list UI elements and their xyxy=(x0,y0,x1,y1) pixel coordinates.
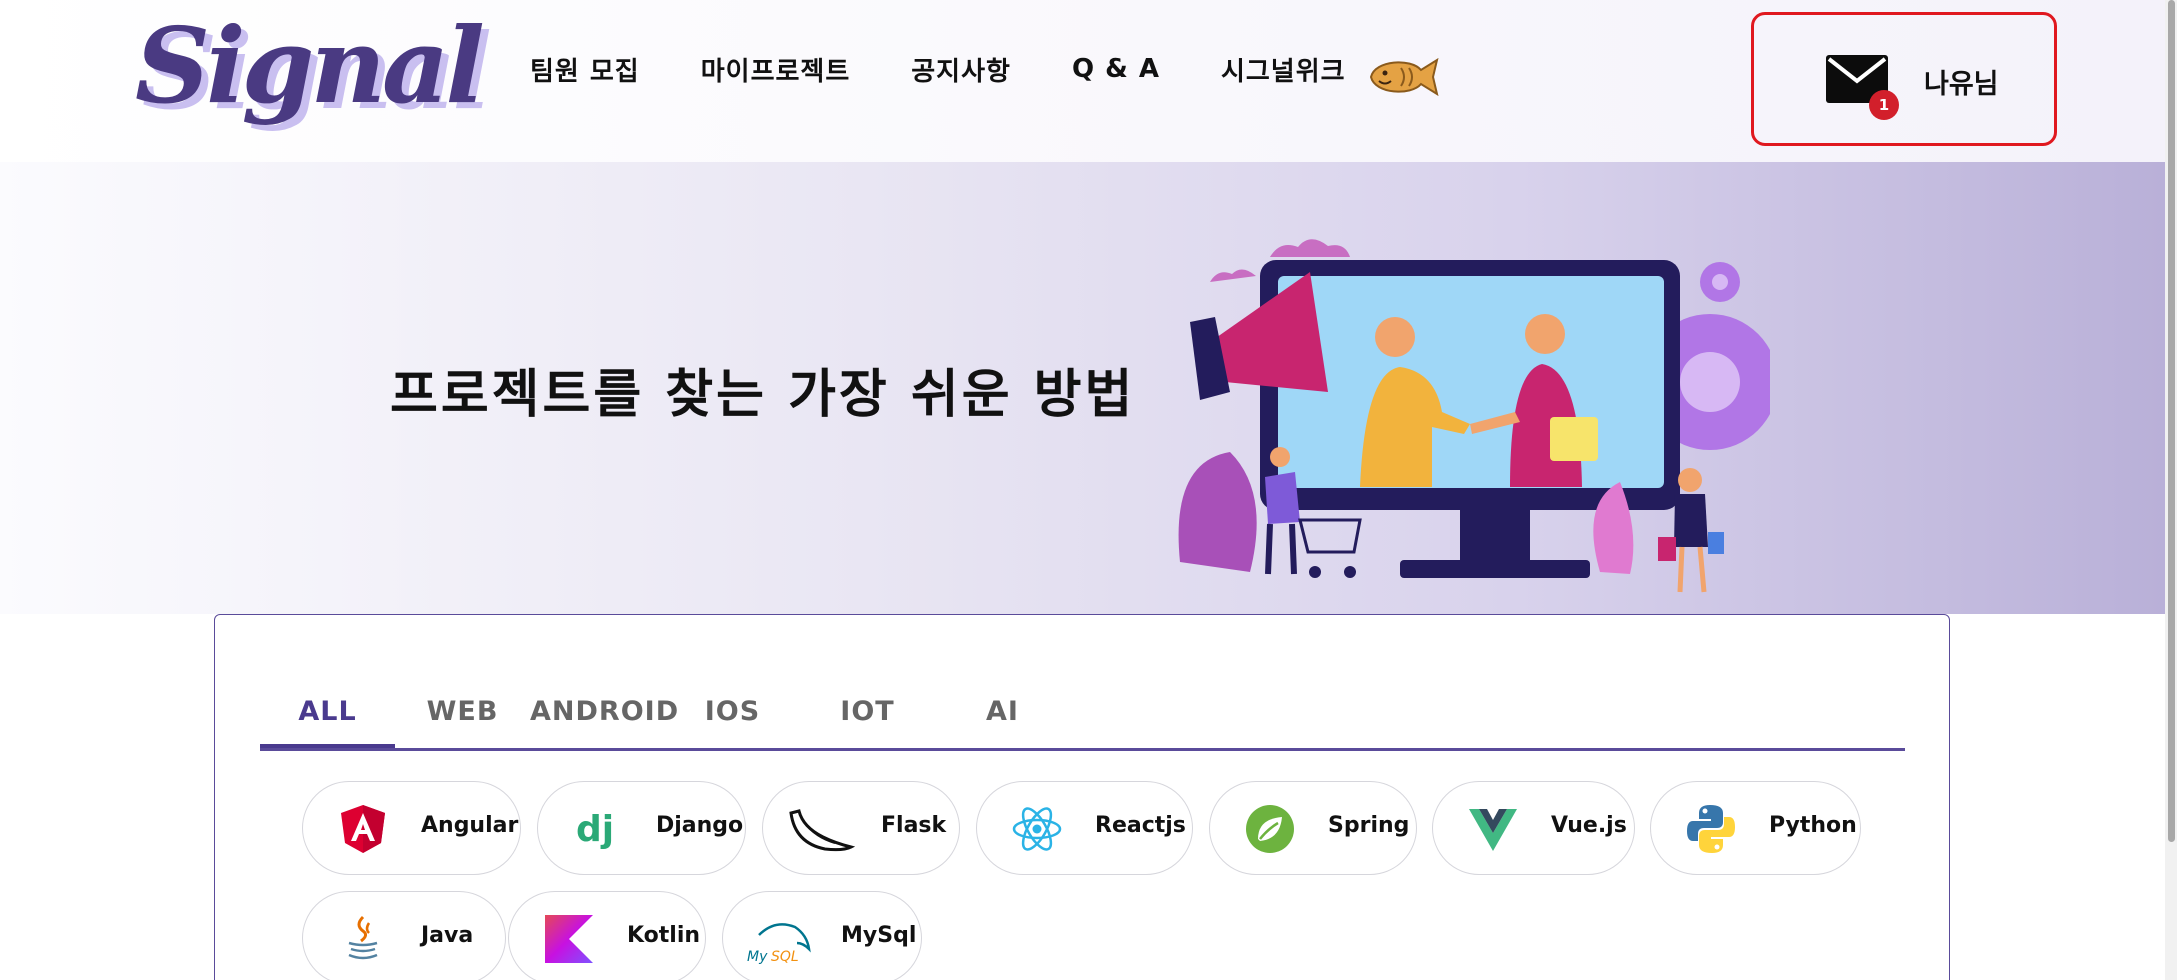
tab-all[interactable]: ALL xyxy=(260,675,395,748)
nav-item-notice[interactable]: 공지사항 xyxy=(911,51,1011,88)
stack-chip-reactjs[interactable]: Reactjs xyxy=(976,781,1193,875)
angular-icon xyxy=(341,805,385,853)
stack-label: Django xyxy=(656,813,744,838)
stack-label: Kotlin xyxy=(627,923,701,948)
scrollbar-thumb[interactable] xyxy=(2168,0,2175,842)
tab-ios[interactable]: IOS xyxy=(665,675,800,748)
stack-label: MySql xyxy=(841,923,917,948)
nav-item-my-project[interactable]: 마이프로젝트 xyxy=(701,51,851,88)
user-menu[interactable]: 1 나유님 xyxy=(1751,12,2057,146)
stack-chip-spring[interactable]: Spring xyxy=(1209,781,1417,875)
stack-label: Java xyxy=(421,923,474,948)
stack-chip-java[interactable]: Java xyxy=(302,891,506,980)
stack-label: Python xyxy=(1769,813,1857,838)
stack-chip-python[interactable]: Python xyxy=(1650,781,1861,875)
mysql-icon: My SQL xyxy=(747,923,811,965)
stack-filter-card: ALL WEB ANDROID IOS IOT AI Angular dj Dj… xyxy=(214,614,1950,980)
svg-text:SQL: SQL xyxy=(771,949,799,965)
stack-label: Vue.js xyxy=(1551,813,1627,838)
svg-text:My: My xyxy=(747,949,768,965)
nav-item-signal-week[interactable]: 시그널위크 xyxy=(1221,51,1346,88)
unread-badge: 1 xyxy=(1869,90,1899,120)
svg-text:dj: dj xyxy=(576,809,614,850)
hero-title: 프로젝트를 찾는 가장 쉬운 방법 xyxy=(390,365,1136,425)
main-nav: 팀원 모집 마이프로젝트 공지사항 Q & A 시그널위크 xyxy=(530,44,1407,94)
stack-chip-kotlin[interactable]: Kotlin xyxy=(508,891,706,980)
react-icon xyxy=(1012,807,1062,851)
tab-iot[interactable]: IOT xyxy=(800,675,935,748)
kotlin-icon xyxy=(545,915,593,963)
bungeoppang-icon[interactable] xyxy=(1367,56,1441,98)
tab-web[interactable]: WEB xyxy=(395,675,530,748)
logo-text: Signal xyxy=(135,4,485,127)
handshake-monitor-illustration xyxy=(1178,239,1770,593)
stack-label: Flask xyxy=(881,813,947,838)
hero-banner: 프로젝트를 찾는 가장 쉬운 방법 xyxy=(0,162,2165,614)
stack-label: Reactjs xyxy=(1095,813,1186,838)
signal-logo[interactable]: Signal xyxy=(135,4,485,154)
flask-icon xyxy=(789,809,855,852)
stack-label: Angular xyxy=(421,813,519,838)
java-icon xyxy=(348,915,378,960)
stack-chip-mysql[interactable]: My SQL MySql xyxy=(722,891,922,980)
stack-chip-vuejs[interactable]: Vue.js xyxy=(1432,781,1635,875)
nav-item-qna[interactable]: Q & A xyxy=(1072,54,1160,84)
django-icon: dj xyxy=(576,809,614,850)
user-name[interactable]: 나유님 xyxy=(1924,62,1999,101)
stack-chip-angular[interactable]: Angular xyxy=(302,781,521,875)
category-tabs: ALL WEB ANDROID IOS IOT AI xyxy=(260,675,1905,751)
nav-item-recruit[interactable]: 팀원 모집 xyxy=(530,51,640,88)
stack-label: Spring xyxy=(1328,813,1410,838)
site-header: Signal 팀원 모집 마이프로젝트 공지사항 Q & A 시그널위크 1 나… xyxy=(0,0,2165,162)
tab-ai[interactable]: AI xyxy=(935,675,1070,748)
spring-icon xyxy=(1246,805,1294,853)
python-icon xyxy=(1687,805,1735,853)
stack-chip-django[interactable]: dj Django xyxy=(537,781,746,875)
tab-android[interactable]: ANDROID xyxy=(530,675,678,748)
vue-icon xyxy=(1469,809,1517,851)
stack-chip-flask[interactable]: Flask xyxy=(762,781,960,875)
